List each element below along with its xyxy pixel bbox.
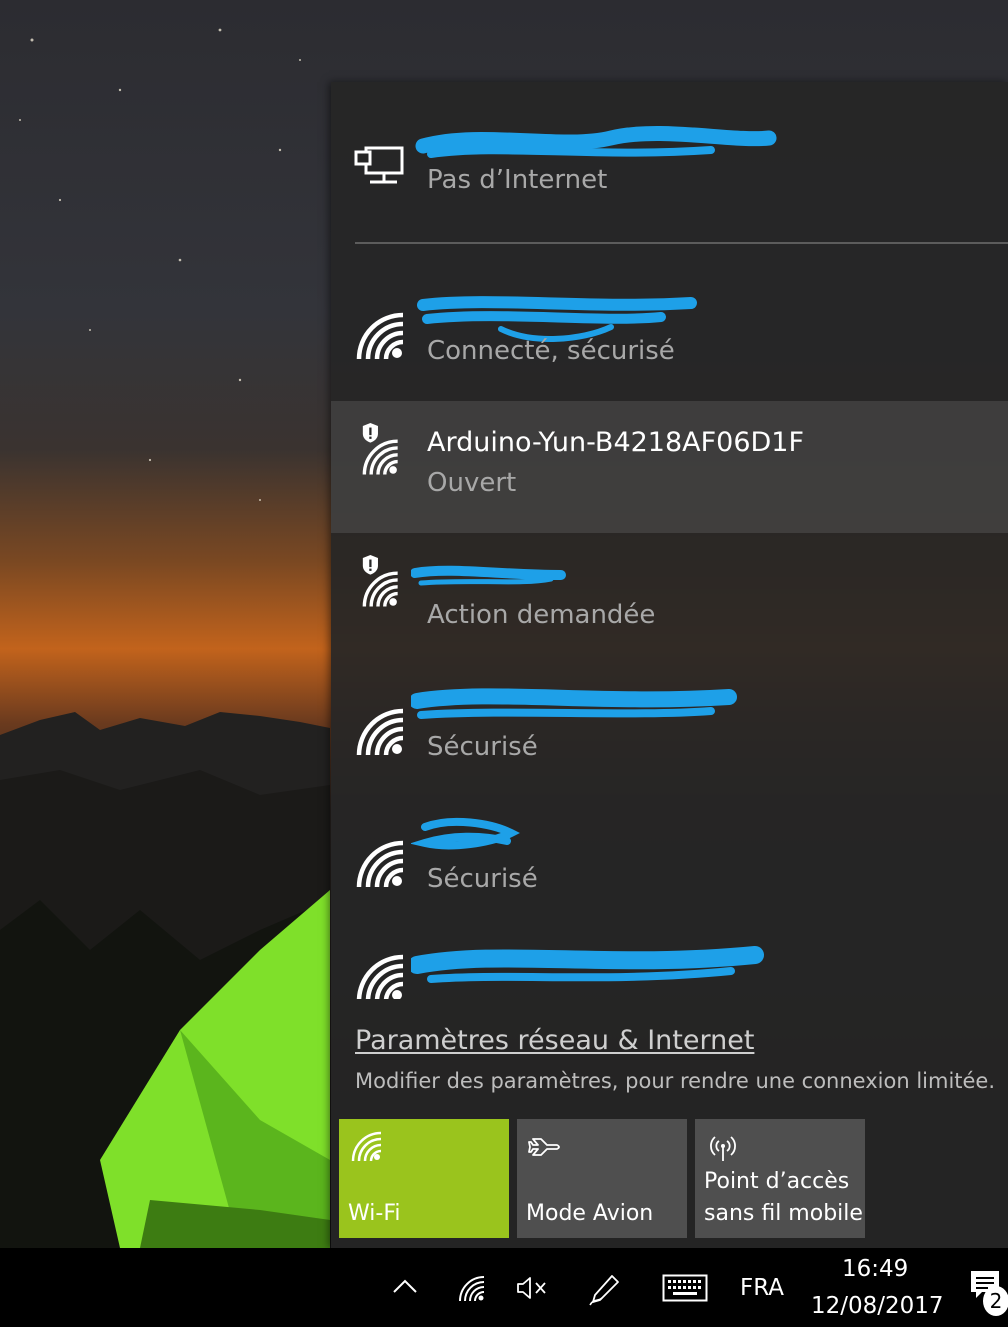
pen-workspace-icon[interactable] (588, 1272, 622, 1306)
network-status: Pas d’Internet (427, 165, 608, 195)
network-status: Connecté, sécurisé (427, 336, 675, 366)
wifi-signal-icon (356, 708, 404, 756)
tile-label: Point d’accès sans fil mobile (704, 1169, 863, 1226)
network-status: Ouvert (427, 468, 517, 498)
settings-description: Modifier des paramètres, pour rendre une… (355, 1069, 996, 1093)
network-status: Sécurisé (427, 732, 538, 762)
network-item-arduino[interactable]: Arduino-Yun-B4218AF06D1F Ouvert (331, 401, 1008, 533)
separator (355, 242, 1008, 244)
volume-muted-icon[interactable] (515, 1274, 549, 1302)
network-item-action-required[interactable]: Action demandée (331, 533, 1008, 665)
touch-keyboard-icon[interactable] (662, 1274, 708, 1302)
network-name: Arduino-Yun-B4218AF06D1F (427, 427, 805, 458)
clock-date[interactable]: 12/08/2017 (811, 1293, 944, 1319)
redaction-mark (415, 125, 777, 158)
network-flyout: Pas d’Internet Connecté, sécurisé Arduin… (331, 82, 1008, 1248)
tile-label: Mode Avion (526, 1201, 654, 1226)
network-settings-link[interactable]: Paramètres réseau & Internet (355, 1025, 754, 1056)
redaction-mark (411, 565, 566, 586)
network-status: Action demandée (427, 600, 656, 630)
wifi-signal-icon (356, 954, 404, 999)
mobile-hotspot-tile[interactable]: Point d’accès sans fil mobile (695, 1119, 865, 1238)
wifi-toggle-tile[interactable]: Wi-Fi (339, 1119, 509, 1238)
hotspot-icon (710, 1136, 736, 1161)
show-hidden-icons-chevron-icon[interactable] (392, 1277, 418, 1295)
clock-time[interactable]: 16:49 (842, 1256, 908, 1282)
network-item-secured-3[interactable] (331, 929, 1008, 999)
redaction-mark (411, 946, 764, 983)
wifi-signal-icon (356, 312, 404, 360)
taskbar: FRA 16:49 12/08/2017 2 (0, 1248, 1008, 1327)
network-item-secured-2[interactable]: Sécurisé (331, 797, 1008, 929)
network-item-ethernet[interactable]: Pas d’Internet (331, 98, 1008, 230)
tile-label: Wi-Fi (348, 1201, 401, 1226)
redaction-mark (411, 817, 520, 850)
ethernet-icon (354, 146, 404, 184)
airplane-mode-tile[interactable]: Mode Avion (517, 1119, 687, 1238)
airplane-icon (528, 1138, 560, 1156)
wifi-open-icon (362, 555, 398, 607)
network-status: Sécurisé (427, 864, 538, 894)
network-item-connected[interactable]: Connecté, sécurisé (331, 269, 1008, 401)
notification-count-badge: 2 (983, 1286, 1008, 1316)
wifi-icon (351, 1131, 382, 1162)
wifi-open-icon (362, 423, 398, 475)
wifi-signal-icon (356, 840, 404, 888)
redaction-mark (411, 688, 737, 719)
network-item-secured-1[interactable]: Sécurisé (331, 665, 1008, 797)
network-tray-icon[interactable] (457, 1274, 487, 1304)
input-language[interactable]: FRA (740, 1275, 784, 1301)
